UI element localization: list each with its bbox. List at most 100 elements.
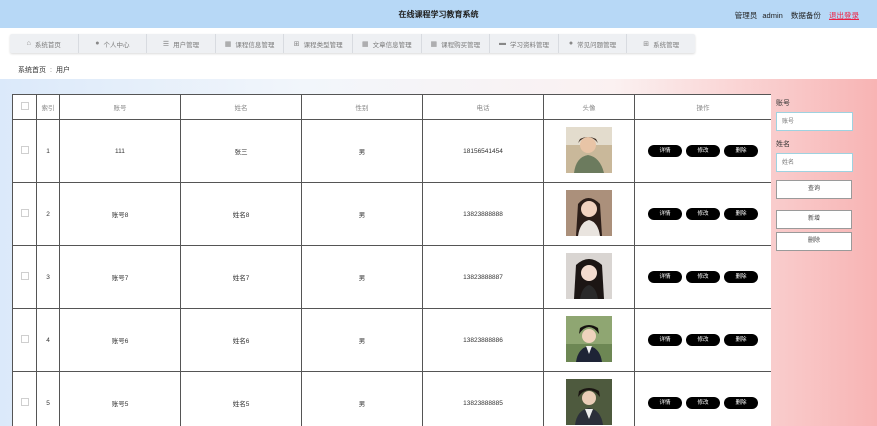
cell-name: 姓名8 [180,182,302,246]
account-label: 账号 [776,100,790,107]
row-checkbox[interactable] [20,398,29,406]
apps-icon: ⊞ [293,40,300,48]
cell-gender: 男 [301,119,423,183]
cell-account: 账号5 [59,371,181,426]
detail-button[interactable]: 详情 [648,208,682,220]
logout-link[interactable]: 退出登录 [829,11,859,20]
cell-name: 张三 [180,119,302,183]
cell-account: 111 [59,119,181,183]
cell-gender: 男 [301,245,423,309]
detail-button[interactable]: 详情 [648,334,682,346]
detail-button[interactable]: 详情 [648,397,682,409]
batch-delete-button[interactable]: 删除 [776,232,852,251]
username: admin [762,11,783,20]
header-phone: 电话 [422,94,544,120]
cell-name: 姓名5 [180,371,302,426]
nav-item-users[interactable]: ☰ 用户管理 [147,34,216,53]
table-header-row: 索引 账号 姓名 性别 电话 头像 操作 [12,94,771,120]
edit-button[interactable]: 修改 [686,208,720,220]
select-all-checkbox[interactable] [20,102,29,110]
nav-item-course-types[interactable]: ⊞ 课程类型管理 [284,34,353,53]
card-icon: ▬ [498,40,506,47]
breadcrumb-separator: : [50,67,52,74]
users-icon: ● [568,40,574,47]
detail-button[interactable]: 详情 [648,145,682,157]
edit-button[interactable]: 修改 [686,271,720,283]
user-table-panel: 索引 账号 姓名 性别 电话 头像 操作 1 111 张三 男 18156541… [12,94,771,426]
delete-button[interactable]: 删除 [724,334,758,346]
cell-phone: 13823888886 [422,308,544,372]
edit-button[interactable]: 修改 [686,145,720,157]
delete-button[interactable]: 删除 [724,145,758,157]
cell-index: 5 [36,371,60,426]
row-checkbox[interactable] [20,335,29,343]
cell-index: 4 [36,308,60,372]
header-avatar: 头像 [543,94,635,120]
grid-icon: ▦ [430,40,438,48]
query-button[interactable]: 查询 [776,180,852,199]
edit-button[interactable]: 修改 [686,397,720,409]
nav-item-courses[interactable]: ▦ 课程信息管理 [216,34,285,53]
table-row: 1 111 张三 男 18156541454 详情 修改 删除 [12,119,771,183]
delete-button[interactable]: 删除 [724,397,758,409]
home-icon: ⌂ [26,40,31,47]
nav-item-system[interactable]: ⊞ 系统管理 [627,34,695,53]
account-search-input[interactable] [776,112,853,131]
grid-icon: ▦ [361,40,369,48]
header-name: 姓名 [180,94,302,120]
name-search-input[interactable] [776,153,853,172]
delete-button[interactable]: 删除 [724,208,758,220]
nav-item-materials[interactable]: ▬ 学习资料管理 [490,34,559,53]
avatar [566,253,612,299]
cell-name: 姓名7 [180,245,302,309]
row-checkbox[interactable] [20,209,29,217]
nav-item-home[interactable]: ⌂ 系统首页 [10,34,79,53]
cell-index: 2 [36,182,60,246]
cell-account: 账号7 [59,245,181,309]
table-row: 2 账号8 姓名8 男 13823888888 详情 修改 删除 [12,182,771,246]
nav-item-faq[interactable]: ● 常见问题管理 [559,34,628,53]
header-index: 索引 [36,94,60,120]
avatar [566,190,612,236]
name-label: 姓名 [776,141,790,148]
edit-button[interactable]: 修改 [686,334,720,346]
cell-gender: 男 [301,182,423,246]
detail-button[interactable]: 详情 [648,271,682,283]
main-nav: ⌂ 系统首页 ● 个人中心 ☰ 用户管理 ▦ 课程信息管理 ⊞ 课程类型管理 ▦ 文章信息管… [10,34,695,53]
avatar [566,316,612,362]
cell-phone: 13823888887 [422,245,544,309]
nav-item-articles[interactable]: ▦ 文章信息管理 [353,34,422,53]
user-table: 索引 账号 姓名 性别 电话 头像 操作 1 111 张三 男 18156541… [12,94,771,426]
nav-item-purchases[interactable]: ▦ 课程购买管理 [422,34,491,53]
avatar [566,127,612,173]
cell-phone: 13823888885 [422,371,544,426]
avatar [566,379,612,425]
row-checkbox[interactable] [20,272,29,280]
cell-gender: 男 [301,308,423,372]
header-account: 账号 [59,94,181,120]
breadcrumb-home[interactable]: 系统首页 [18,67,46,74]
table-row: 3 账号7 姓名7 男 13823888887 详情 修改 删除 [12,245,771,309]
add-button[interactable]: 新增 [776,210,852,229]
nav-item-profile[interactable]: ● 个人中心 [79,34,148,53]
breadcrumb: 系统首页: 用户 [18,65,70,75]
cell-gender: 男 [301,371,423,426]
backup-link[interactable]: 数据备份 [791,11,821,20]
cell-index: 3 [36,245,60,309]
delete-button[interactable]: 删除 [724,271,758,283]
person-icon: ● [95,40,100,47]
user-role: 管理员 [734,11,758,20]
cell-index: 1 [36,119,60,183]
cell-account: 账号8 [59,182,181,246]
cell-phone: 18156541454 [422,119,544,183]
breadcrumb-current: 用户 [55,67,70,74]
grid-icon: ▦ [224,40,232,48]
list-icon: ☰ [162,40,170,48]
cell-name: 姓名6 [180,308,302,372]
header-actions: 操作 [634,94,771,120]
table-row: 4 账号6 姓名6 男 13823888886 详情 修改 删除 [12,308,771,372]
table-row: 5 账号5 姓名5 男 13823888885 详情 修改 删除 [12,371,771,426]
header-gender: 性别 [301,94,423,120]
header-select-all[interactable] [12,94,37,120]
row-checkbox[interactable] [20,146,29,154]
